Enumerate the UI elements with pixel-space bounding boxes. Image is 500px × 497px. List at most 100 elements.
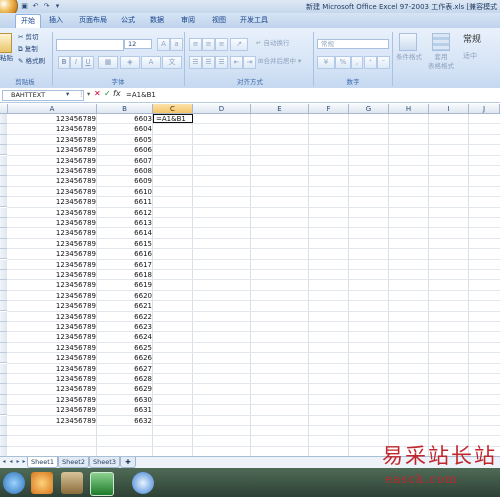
bold-icon[interactable]: B (58, 56, 70, 69)
cell-a[interactable]: 123456789 (8, 292, 96, 300)
underline-icon[interactable]: U (82, 56, 94, 69)
row-header[interactable] (0, 155, 7, 166)
enter-icon[interactable]: ✓ (104, 89, 111, 98)
cell-b[interactable]: 6623 (97, 323, 152, 331)
phonetic-icon[interactable]: 文 (162, 56, 182, 69)
cell-b[interactable]: 6605 (97, 136, 152, 144)
cell-a[interactable]: 123456789 (8, 115, 96, 123)
copy-button[interactable]: ⧉ 复制 (18, 45, 38, 54)
name-box-dropdown-icon[interactable]: ▾ (66, 90, 69, 99)
row-header[interactable] (0, 270, 7, 281)
cell-a[interactable]: 123456789 (8, 281, 96, 289)
row-header[interactable] (0, 124, 7, 135)
row-header[interactable] (0, 134, 7, 146)
save-icon[interactable]: ▣ (20, 2, 29, 11)
font-size-field[interactable]: 12 (124, 39, 152, 49)
column-header-e[interactable]: E (251, 104, 309, 114)
paste-icon[interactable] (0, 33, 12, 53)
tab-review[interactable]: 审阅 (176, 14, 200, 27)
cell-b[interactable]: 6629 (97, 385, 152, 393)
row-header[interactable] (0, 311, 7, 322)
cell-a[interactable]: 123456789 (8, 219, 96, 227)
cell-b[interactable]: 6632 (97, 417, 152, 425)
tab-view[interactable]: 视图 (207, 14, 231, 27)
row-header[interactable] (0, 332, 7, 343)
cell-a[interactable]: 123456789 (8, 417, 96, 425)
cell-a[interactable]: 123456789 (8, 396, 96, 404)
column-header-a[interactable]: A (8, 104, 97, 114)
format-as-table-icon[interactable] (432, 33, 450, 51)
cell-b[interactable]: 6620 (97, 292, 152, 300)
cell-a[interactable]: 123456789 (8, 125, 96, 133)
column-header-b[interactable]: B (97, 104, 153, 114)
row-header[interactable] (0, 353, 7, 364)
currency-icon[interactable]: ¥ (317, 56, 335, 69)
cell-b[interactable]: 6619 (97, 281, 152, 289)
column-header-d[interactable]: D (193, 104, 251, 114)
align-top-icon[interactable]: ≡ (189, 38, 202, 51)
row-header[interactable] (0, 322, 7, 333)
merge-center-button[interactable]: ⊞合并后居中 ▾ (258, 57, 301, 66)
row-header[interactable] (0, 259, 7, 270)
cell-a[interactable]: 123456789 (8, 157, 96, 165)
row-header[interactable] (0, 342, 7, 354)
browser-app-icon[interactable] (132, 472, 154, 494)
column-header-f[interactable]: F (309, 104, 349, 114)
row-header[interactable] (0, 426, 7, 437)
cell-b[interactable]: 6613 (97, 219, 152, 227)
cell-a[interactable]: 123456789 (8, 136, 96, 144)
cell-a[interactable]: 123456789 (8, 271, 96, 279)
align-bottom-icon[interactable]: ≡ (215, 38, 228, 51)
cell-a[interactable]: 123456789 (8, 229, 96, 237)
row-header[interactable] (0, 405, 7, 416)
archive-app-icon[interactable] (61, 472, 83, 494)
format-as-table-label[interactable]: 套用 表格格式 (428, 53, 454, 71)
cell-b[interactable]: 6631 (97, 406, 152, 414)
align-right-icon[interactable]: ☰ (215, 56, 228, 69)
increase-decimal-icon[interactable]: ⁺ (364, 56, 377, 69)
start-orb-icon[interactable] (3, 472, 25, 494)
cell-a[interactable]: 123456789 (8, 313, 96, 321)
sheet-tab-sheet2[interactable]: Sheet2 (58, 457, 89, 468)
row-header[interactable] (0, 436, 7, 447)
row-header[interactable] (0, 374, 7, 385)
cell-b[interactable]: 6614 (97, 229, 152, 237)
column-header-j[interactable]: J (469, 104, 500, 114)
row-header[interactable] (0, 384, 7, 395)
cell-b[interactable]: 6604 (97, 125, 152, 133)
redo-icon[interactable]: ↷ (42, 2, 51, 11)
active-cell-c1[interactable]: =A1&B1 (153, 114, 193, 123)
align-middle-icon[interactable]: ≡ (202, 38, 215, 51)
decrease-indent-icon[interactable]: ⇤ (230, 56, 243, 69)
conditional-format-label[interactable]: 条件格式 (396, 53, 422, 62)
increase-indent-icon[interactable]: ⇥ (243, 56, 256, 69)
font-name-field[interactable] (56, 39, 124, 51)
select-all-corner[interactable] (0, 104, 8, 114)
cell-a[interactable]: 123456789 (8, 250, 96, 258)
row-header[interactable] (0, 280, 7, 291)
row-header[interactable] (0, 394, 7, 406)
row-header[interactable] (0, 249, 7, 260)
tab-home[interactable]: 开始 (15, 14, 41, 28)
italic-icon[interactable]: I (70, 56, 82, 69)
media-player-icon[interactable] (31, 472, 53, 494)
row-header[interactable] (0, 290, 7, 302)
cell-b[interactable]: 6612 (97, 209, 152, 217)
sheet-tab-sheet1[interactable]: Sheet1 (27, 457, 58, 468)
cell-b[interactable]: 6611 (97, 198, 152, 206)
insert-sheet-icon[interactable]: ✚ (120, 457, 136, 468)
cell-a[interactable]: 123456789 (8, 344, 96, 352)
cell-a[interactable]: 123456789 (8, 365, 96, 373)
row-header[interactable] (0, 145, 7, 156)
tab-insert[interactable]: 插入 (44, 14, 68, 27)
cell-a[interactable]: 123456789 (8, 188, 96, 196)
row-header[interactable] (0, 415, 7, 426)
cell-b[interactable]: 6603 (97, 115, 152, 123)
cell-a[interactable]: 123456789 (8, 375, 96, 383)
cell-a[interactable]: 123456789 (8, 323, 96, 331)
row-header[interactable] (0, 114, 7, 125)
cell-a[interactable]: 123456789 (8, 406, 96, 414)
tab-formulas[interactable]: 公式 (116, 14, 140, 27)
row-header[interactable] (0, 197, 7, 208)
cell-b[interactable]: 6607 (97, 157, 152, 165)
